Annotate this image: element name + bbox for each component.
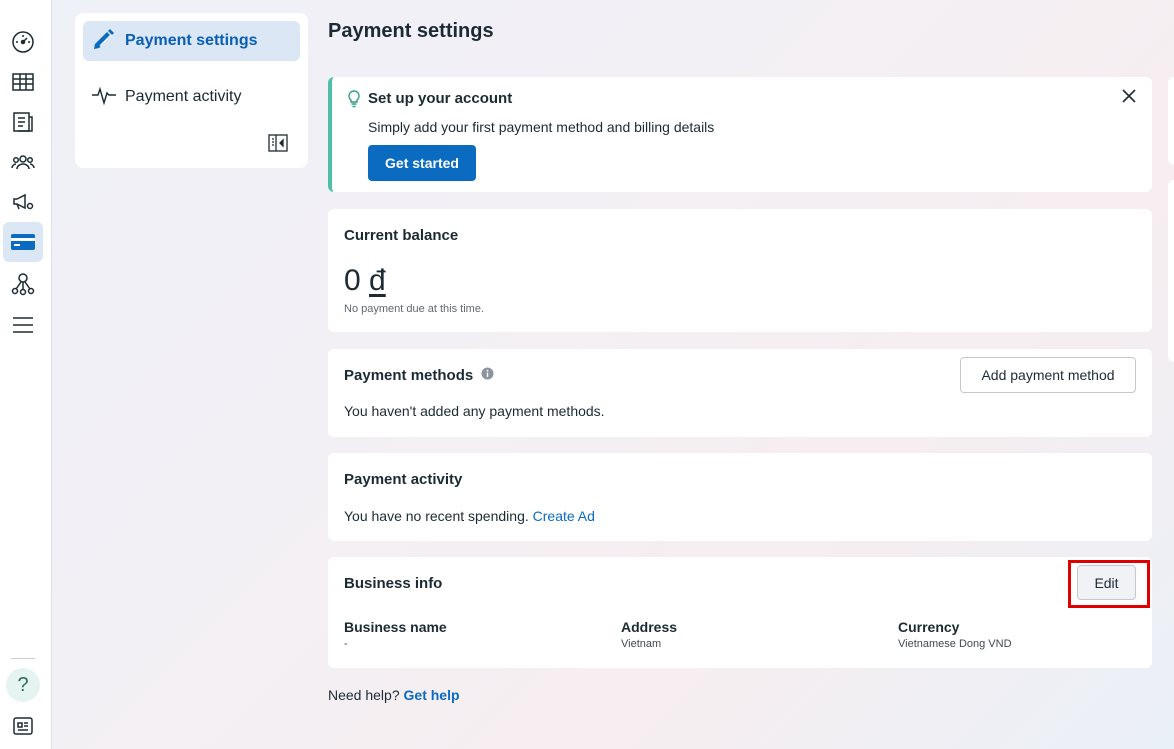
rail-megaphone-icon[interactable] bbox=[3, 182, 43, 222]
rail-table-icon[interactable] bbox=[3, 62, 43, 102]
rail-billing-icon[interactable] bbox=[3, 222, 43, 262]
balance-value: 0 bbox=[344, 264, 361, 297]
right-panel-edge bbox=[1168, 77, 1174, 165]
setup-description: Simply add your first payment method and… bbox=[368, 119, 715, 135]
payment-methods-heading: Payment methods bbox=[344, 367, 494, 384]
help-footer: Need help? Get help bbox=[328, 687, 460, 703]
field-label: Address bbox=[621, 619, 678, 635]
edit-button[interactable]: Edit bbox=[1077, 565, 1136, 600]
field-value: Vietnamese Dong VND bbox=[898, 638, 1012, 650]
currency-symbol: đ bbox=[369, 264, 386, 297]
address-field: Address Vietnam bbox=[621, 619, 677, 650]
currency-field: Currency Vietnamese Dong VND bbox=[898, 619, 1012, 650]
subnav-item-payment-settings[interactable]: Payment settings bbox=[83, 21, 300, 61]
payment-activity-card: Payment activity You have no recent spen… bbox=[328, 453, 1152, 541]
field-label: Currency bbox=[898, 619, 960, 635]
right-panel-edge bbox=[1168, 180, 1174, 362]
subnav-item-label: Payment activity bbox=[125, 88, 242, 105]
rail-audience-icon[interactable] bbox=[3, 142, 43, 182]
lightbulb-icon bbox=[346, 90, 362, 113]
info-icon[interactable] bbox=[481, 367, 494, 384]
get-help-link[interactable]: Get help bbox=[404, 687, 460, 703]
rail-divider bbox=[11, 658, 35, 659]
payment-activity-body: You have no recent spending. Create Ad bbox=[344, 508, 595, 524]
subnav-item-label: Payment settings bbox=[125, 32, 258, 49]
field-label: Business name bbox=[344, 619, 447, 635]
pulse-icon bbox=[91, 84, 117, 111]
help-prefix: Need help? bbox=[328, 687, 400, 703]
rail-pages-icon[interactable] bbox=[3, 102, 43, 142]
setup-title: Set up your account bbox=[368, 90, 513, 107]
balance-note: No payment due at this time. bbox=[344, 303, 485, 315]
rail-menu-icon[interactable] bbox=[3, 305, 43, 345]
get-started-button[interactable]: Get started bbox=[368, 145, 476, 181]
current-balance-card: Current balance 0 đ No payment due at th… bbox=[328, 209, 1152, 332]
balance-title: Current balance bbox=[344, 227, 459, 244]
pencil-icon bbox=[91, 26, 117, 57]
close-icon[interactable] bbox=[1122, 89, 1138, 105]
balance-amount: 0 đ bbox=[344, 264, 386, 298]
payment-subnav: Payment settings Payment activity bbox=[75, 13, 308, 168]
add-payment-method-button[interactable]: Add payment method bbox=[960, 357, 1136, 393]
payment-methods-title: Payment methods bbox=[344, 367, 474, 384]
field-value: - bbox=[344, 638, 348, 650]
rail-network-icon[interactable] bbox=[3, 264, 43, 304]
payment-methods-empty: You haven't added any payment methods. bbox=[344, 403, 605, 419]
rail-news-icon[interactable] bbox=[3, 706, 43, 746]
business-info-title: Business info bbox=[344, 575, 443, 592]
business-name-field: Business name - bbox=[344, 619, 447, 650]
collapse-sidebar-icon[interactable] bbox=[268, 134, 288, 157]
rail-dashboard-icon[interactable] bbox=[3, 22, 43, 62]
icon-rail: ? bbox=[0, 0, 52, 749]
setup-account-banner: Set up your account Simply add your firs… bbox=[328, 77, 1152, 192]
payment-methods-card: Payment methods You haven't added any pa… bbox=[328, 349, 1152, 437]
create-ad-link[interactable]: Create Ad bbox=[533, 508, 595, 524]
payment-activity-empty: You have no recent spending. bbox=[344, 508, 529, 524]
help-icon[interactable]: ? bbox=[6, 668, 40, 702]
field-value: Vietnam bbox=[621, 638, 662, 650]
subnav-item-payment-activity[interactable]: Payment activity bbox=[83, 77, 300, 117]
page-title: Payment settings bbox=[328, 20, 494, 42]
business-info-card: Business info Edit Business name - Addre… bbox=[328, 557, 1152, 668]
payment-activity-title: Payment activity bbox=[344, 471, 463, 488]
